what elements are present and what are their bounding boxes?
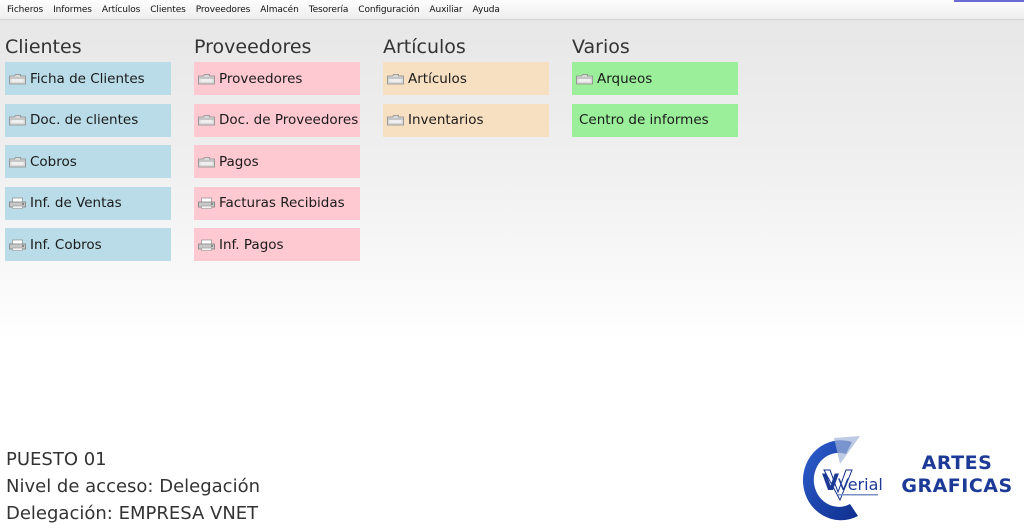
tile-doc-de-proveedores[interactable]: Doc. de Proveedores — [194, 103, 360, 137]
menu-informes[interactable]: Informes — [48, 0, 97, 20]
verial-wordmark: Verial — [838, 475, 883, 494]
group-title-varios: Varios — [572, 36, 630, 58]
menu-bar: Ficheros Informes Artículos Clientes Pro… — [0, 0, 1024, 20]
folder-icon — [9, 115, 26, 126]
group-proveedores: Proveedores Proveedores Doc. de Proveedo… — [194, 36, 360, 270]
folder-icon — [387, 115, 404, 126]
menu-configuracion[interactable]: Configuración — [353, 0, 424, 20]
session-info: PUESTO 01 Nivel de acceso: Delegación De… — [6, 447, 260, 528]
delegation-label: Delegación: EMPRESA VNET — [6, 503, 259, 524]
folder-icon — [198, 115, 215, 126]
tile-inf-de-ventas[interactable]: Inf. de Ventas — [5, 186, 171, 220]
artes-text: ARTES — [921, 452, 993, 474]
group-varios: Varios Arqueos Centro de informes — [572, 36, 738, 145]
menu-tesoreria[interactable]: Tesorería — [304, 0, 354, 20]
tile-inventarios[interactable]: Inventarios — [383, 103, 549, 137]
group-title-clientes: Clientes — [5, 36, 82, 58]
group-title-articulos: Artículos — [383, 36, 466, 58]
tile-facturas-recibidas[interactable]: Facturas Recibidas — [194, 186, 360, 220]
tile-label: Inf. Pagos — [219, 236, 284, 253]
tile-proveedores[interactable]: Proveedores — [194, 62, 360, 95]
puesto-label: PUESTO 01 — [6, 449, 107, 470]
tile-doc-de-clientes[interactable]: Doc. de clientes — [5, 103, 171, 137]
report-printer-icon — [9, 239, 26, 251]
tile-label: Inf. Cobros — [30, 236, 102, 253]
report-printer-icon — [9, 197, 26, 209]
tile-label: Facturas Recibidas — [219, 195, 345, 211]
group-title-proveedores: Proveedores — [194, 36, 312, 58]
folder-icon — [387, 73, 404, 84]
folder-icon — [198, 73, 215, 84]
tile-centro-de-informes[interactable]: Centro de informes — [572, 103, 738, 137]
menu-clientes[interactable]: Clientes — [145, 0, 190, 20]
tile-ficha-de-clientes[interactable]: Ficha de Clientes — [5, 62, 171, 95]
tile-label: Doc. de Proveedores — [219, 112, 359, 128]
access-level-label: Nivel de acceso: Delegación — [6, 476, 260, 497]
artes-graficas-logo: ARTES GRAFICAS — [895, 452, 1019, 498]
tile-label: Ficha de Clientes — [30, 70, 145, 87]
tile-arqueos[interactable]: Arqueos — [572, 62, 738, 95]
menu-articulos[interactable]: Artículos — [97, 0, 145, 20]
folder-icon — [198, 156, 215, 167]
tile-label: Artículos — [408, 70, 467, 87]
window-edge-accent — [954, 0, 1024, 2]
tile-pagos[interactable]: Pagos — [194, 145, 360, 178]
tile-inf-cobros[interactable]: Inf. Cobros — [5, 228, 171, 261]
tile-inf-pagos[interactable]: Inf. Pagos — [194, 228, 360, 261]
menu-auxiliar[interactable]: Auxiliar — [424, 0, 467, 20]
tile-label: Arqueos — [597, 70, 653, 87]
tile-label: Cobros — [30, 153, 77, 170]
tile-label: Centro de informes — [579, 112, 709, 128]
tile-label: Proveedores — [219, 70, 303, 87]
tile-label: Inventarios — [408, 112, 484, 128]
tile-label: Doc. de clientes — [30, 112, 139, 128]
menu-ayuda[interactable]: Ayuda — [468, 0, 505, 20]
tile-cobros[interactable]: Cobros — [5, 145, 171, 178]
report-printer-icon — [198, 197, 215, 209]
tile-label: Inf. de Ventas — [30, 195, 122, 211]
tile-label: Pagos — [219, 153, 259, 170]
tile-articulos[interactable]: Artículos — [383, 62, 549, 95]
verial-logo: V Verial — [802, 436, 883, 521]
svg-text:V: V — [822, 471, 839, 496]
folder-icon — [9, 73, 26, 84]
menu-proveedores[interactable]: Proveedores — [191, 0, 256, 20]
group-clientes: Clientes Ficha de Clientes Doc. de clien… — [5, 36, 171, 270]
folder-icon — [576, 73, 593, 84]
report-printer-icon — [198, 239, 215, 251]
folder-icon — [9, 156, 26, 167]
group-articulos: Artículos Artículos Inventarios — [383, 36, 549, 145]
graficas-text: GRAFICAS — [901, 475, 1013, 497]
menu-almacen[interactable]: Almacén — [255, 0, 303, 20]
menu-ficheros[interactable]: Ficheros — [2, 0, 48, 20]
